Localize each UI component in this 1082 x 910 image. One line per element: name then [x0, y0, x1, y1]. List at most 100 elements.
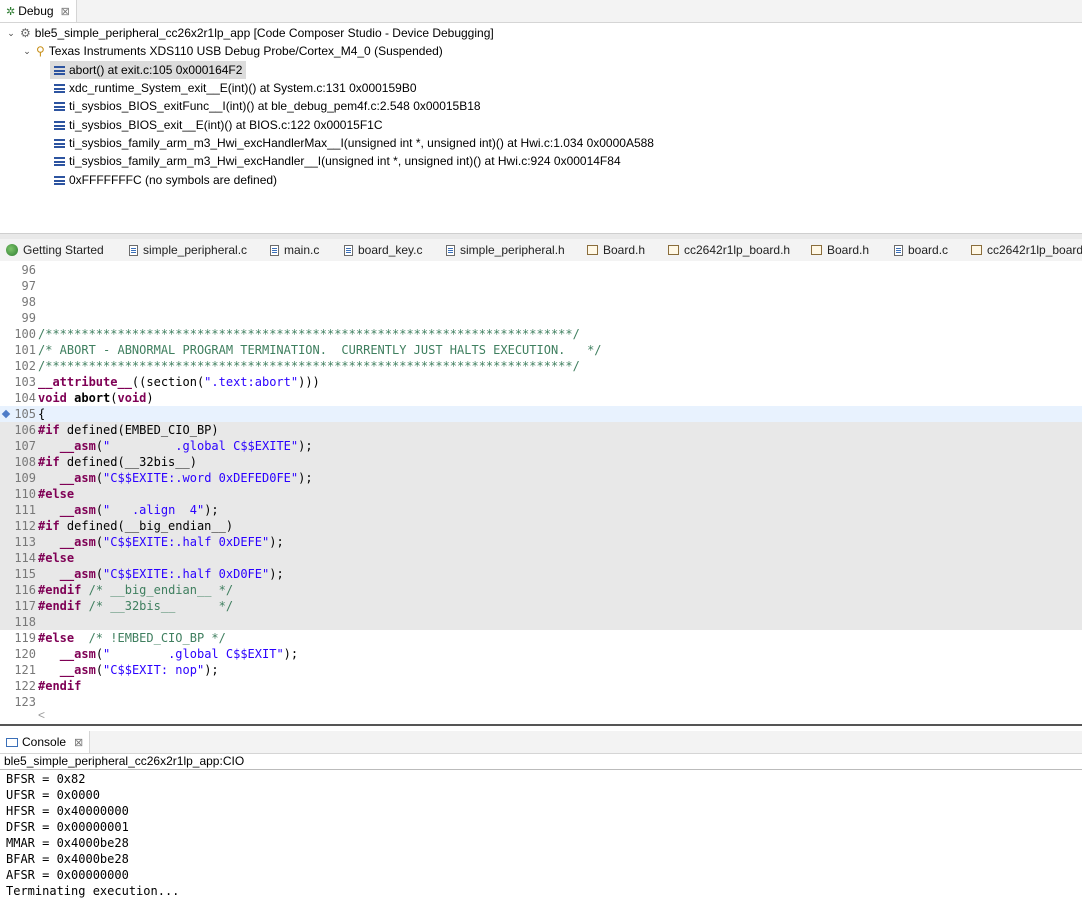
code-text: __asm("C$$EXITE:.word 0xDEFED0FE"); [59, 471, 313, 485]
code-text: #else [38, 487, 75, 501]
line-number: 120 [14, 647, 36, 661]
debug-view: ✲ Debug ⊠ ⌄ ⚙ ble5_simple_peripheral_cc2… [0, 0, 1082, 233]
console-view-tabbar: Console ⊠ [0, 731, 1082, 754]
line-number: 98 [21, 295, 36, 309]
line-number: 100 [14, 327, 36, 341]
console-line: DFSR = 0x00000001 [6, 820, 129, 834]
code-line: 103 __attribute__((section(".text:abort")… [0, 374, 1082, 390]
tab-label: Getting Started [23, 243, 104, 257]
tab-cc2642r1lp-board-h[interactable]: cc2642r1lp_board.h [668, 239, 790, 261]
code-text: __asm(" .global C$$EXIT"); [59, 647, 299, 661]
code-text: #endif /* __big_endian__ */ [38, 583, 234, 597]
code-line: 116 #endif /* __big_endian__ */ [0, 582, 1082, 598]
code-text: void abort(void) [38, 391, 154, 405]
line-number: 111 [14, 503, 36, 517]
horizontal-scrollbar[interactable]: < [38, 708, 1082, 722]
code-line: 118 [0, 614, 1082, 630]
debug-tree-launch[interactable]: ⌄ ⚙ ble5_simple_peripheral_cc26x2r1lp_ap… [6, 24, 494, 42]
tab-board-c[interactable]: board.c [894, 239, 948, 261]
stack-frame[interactable]: xdc_runtime_System_exit__E(int)() at Sys… [54, 79, 417, 97]
stack-frame[interactable]: ti_sysbios_BIOS_exit__E(int)() at BIOS.c… [54, 116, 382, 134]
tab-console[interactable]: Console ⊠ [0, 731, 91, 753]
code-editor[interactable]: 96 97 98 99 100/************************… [0, 261, 1082, 724]
debug-bug-icon: ✲ [6, 5, 16, 18]
tab-debug[interactable]: ✲ Debug ⊠ [0, 0, 77, 22]
close-icon[interactable]: ⊠ [74, 736, 83, 749]
scroll-left-icon[interactable]: < [38, 708, 45, 722]
tab-cc2642r1lp-board[interactable]: cc2642r1lp_board. [971, 239, 1082, 261]
code-line: 113 __asm("C$$EXITE:.half 0xDEFE"); [0, 534, 1082, 550]
line-number: 105 [14, 407, 36, 421]
chevron-down-icon[interactable]: ⌄ [22, 42, 32, 60]
tab-board-h[interactable]: Board.h [587, 239, 645, 261]
code-text: __attribute__((section(".text:abort"))) [38, 375, 320, 389]
line-number: 121 [14, 663, 36, 677]
code-line: 106 #if defined(EMBED_CIO_BP) [0, 422, 1082, 438]
stack-frame-label: ti_sysbios_family_arm_m3_Hwi_excHandlerM… [69, 136, 654, 150]
stack-frame[interactable]: ti_sysbios_family_arm_m3_Hwi_excHandlerM… [54, 134, 654, 152]
code-line: 121 __asm("C$$EXIT: nop"); [0, 662, 1082, 678]
code-line-current: 105{ [0, 406, 1082, 422]
line-number: 113 [14, 535, 36, 549]
c-file-icon [344, 244, 353, 256]
code-line: 109 __asm("C$$EXITE:.word 0xDEFED0FE"); [0, 470, 1082, 486]
stack-frame-icon [54, 156, 65, 166]
line-number: 107 [14, 439, 36, 453]
stack-frame-icon [54, 83, 65, 93]
code-text: #endif /* __32bis__ */ [38, 599, 234, 613]
code-line: 119 #else /* !EMBED_CIO_BP */ [0, 630, 1082, 646]
tab-getting-started[interactable]: Getting Started [6, 239, 104, 261]
console-line: UFSR = 0x0000 [6, 788, 100, 802]
tab-board-h-2[interactable]: Board.h [811, 239, 869, 261]
code-text: /***************************************… [38, 327, 580, 341]
console-line: BFAR = 0x4000be28 [6, 852, 129, 866]
tab-simple-peripheral-h[interactable]: simple_peripheral.h [446, 239, 565, 261]
tab-label: board_key.c [358, 243, 423, 257]
console-line: MMAR = 0x4000be28 [6, 836, 129, 850]
chevron-down-icon[interactable]: ⌄ [6, 24, 16, 42]
stack-frame-label: xdc_runtime_System_exit__E(int)() at Sys… [69, 81, 417, 95]
tab-simple-peripheral-c[interactable]: simple_peripheral.c [129, 239, 247, 261]
code-line: 96 [0, 262, 1082, 278]
line-number: 102 [14, 359, 36, 373]
c-file-icon [894, 244, 903, 256]
code-text: __asm("C$$EXITE:.half 0xD0FE"); [59, 567, 284, 581]
console-line: BFSR = 0x82 [6, 772, 86, 786]
stack-frame[interactable]: 0xFFFFFFFC (no symbols are defined) [54, 171, 277, 189]
line-number: 99 [21, 311, 36, 325]
stack-frame-icon [54, 138, 65, 148]
code-line: 120 __asm(" .global C$$EXIT"); [0, 646, 1082, 662]
code-line: 122 #endif [0, 678, 1082, 694]
globe-icon [6, 244, 18, 256]
c-file-icon [270, 244, 279, 256]
stack-frame-label: ti_sysbios_BIOS_exitFunc__I(int)() at bl… [69, 99, 481, 113]
stack-frame-label: ti_sysbios_BIOS_exit__E(int)() at BIOS.c… [69, 118, 383, 132]
code-line: 110 #else [0, 486, 1082, 502]
header-file-icon [668, 245, 679, 255]
line-number: 106 [14, 423, 36, 437]
line-number: 110 [14, 487, 36, 501]
console-source-label: ble5_simple_peripheral_cc26x2r1lp_app:CI… [0, 753, 1082, 770]
launch-label: ble5_simple_peripheral_cc26x2r1lp_app [C… [34, 26, 494, 40]
tab-label: cc2642r1lp_board. [987, 243, 1082, 257]
tab-label: simple_peripheral.c [143, 243, 248, 257]
line-number: 114 [14, 551, 36, 565]
code-line: 101/* ABORT - ABNORMAL PROGRAM TERMINATI… [0, 342, 1082, 358]
debug-tree-target[interactable]: ⌄ ⚲ Texas Instruments XDS110 USB Debug P… [22, 42, 443, 60]
code-text: #else [38, 551, 75, 565]
editor-tabbar: Getting Started simple_peripheral.c main… [0, 239, 1082, 262]
stack-frame[interactable]: abort() at exit.c:105 0x000164F2 [50, 61, 247, 79]
stack-frame-label: ti_sysbios_family_arm_m3_Hwi_excHandler_… [69, 154, 621, 168]
code-line: 98 [0, 294, 1082, 310]
console-line: Terminating execution... [6, 884, 180, 898]
code-text: #else /* !EMBED_CIO_BP */ [38, 631, 226, 645]
header-file-icon [587, 245, 598, 255]
tab-board-key-c[interactable]: board_key.c [344, 239, 422, 261]
tab-label: cc2642r1lp_board.h [684, 243, 791, 257]
stack-frame[interactable]: ti_sysbios_family_arm_m3_Hwi_excHandler_… [54, 152, 621, 170]
stack-frame-icon [54, 101, 65, 111]
close-icon[interactable]: ⊠ [61, 5, 70, 18]
stack-frame[interactable]: ti_sysbios_BIOS_exitFunc__I(int)() at bl… [54, 97, 481, 115]
code-text: { [38, 407, 46, 421]
tab-main-c[interactable]: main.c [270, 239, 319, 261]
